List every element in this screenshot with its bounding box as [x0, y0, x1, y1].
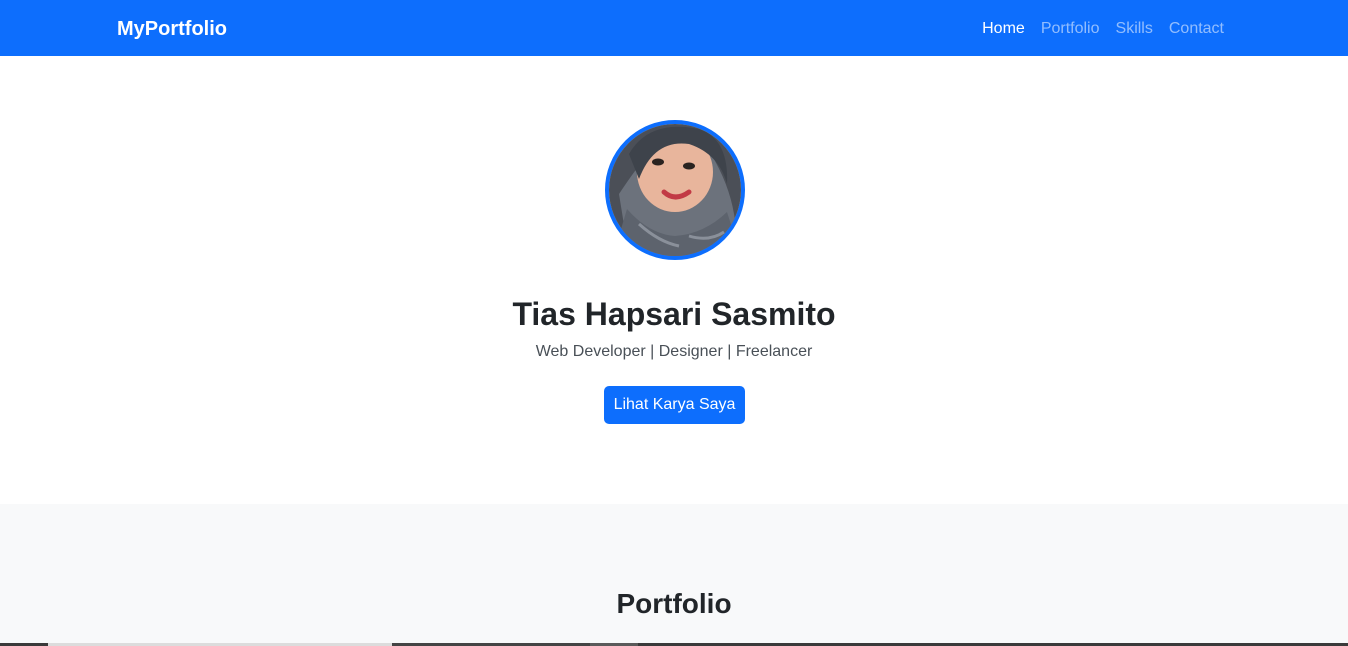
- nav-link-home[interactable]: Home: [982, 18, 1025, 40]
- nav-link-contact[interactable]: Contact: [1169, 18, 1224, 40]
- hero-section: Tias Hapsari Sasmito Web Developer | Des…: [0, 56, 1348, 504]
- nav-link-skills[interactable]: Skills: [1116, 18, 1153, 40]
- view-work-button[interactable]: Lihat Karya Saya: [604, 386, 745, 424]
- portfolio-title: Portfolio: [616, 588, 732, 619]
- navbar: MyPortfolio Home Portfolio Skills Contac…: [0, 0, 1348, 56]
- nav-links: Home Portfolio Skills Contact: [982, 18, 1224, 40]
- portfolio-section: Portfolio: [0, 504, 1348, 646]
- brand-link[interactable]: MyPortfolio: [117, 17, 227, 41]
- profile-avatar: [605, 120, 745, 260]
- nav-link-portfolio[interactable]: Portfolio: [1041, 18, 1100, 40]
- profile-name: Tias Hapsari Sasmito: [512, 296, 836, 332]
- profile-tagline: Web Developer | Designer | Freelancer: [535, 343, 813, 360]
